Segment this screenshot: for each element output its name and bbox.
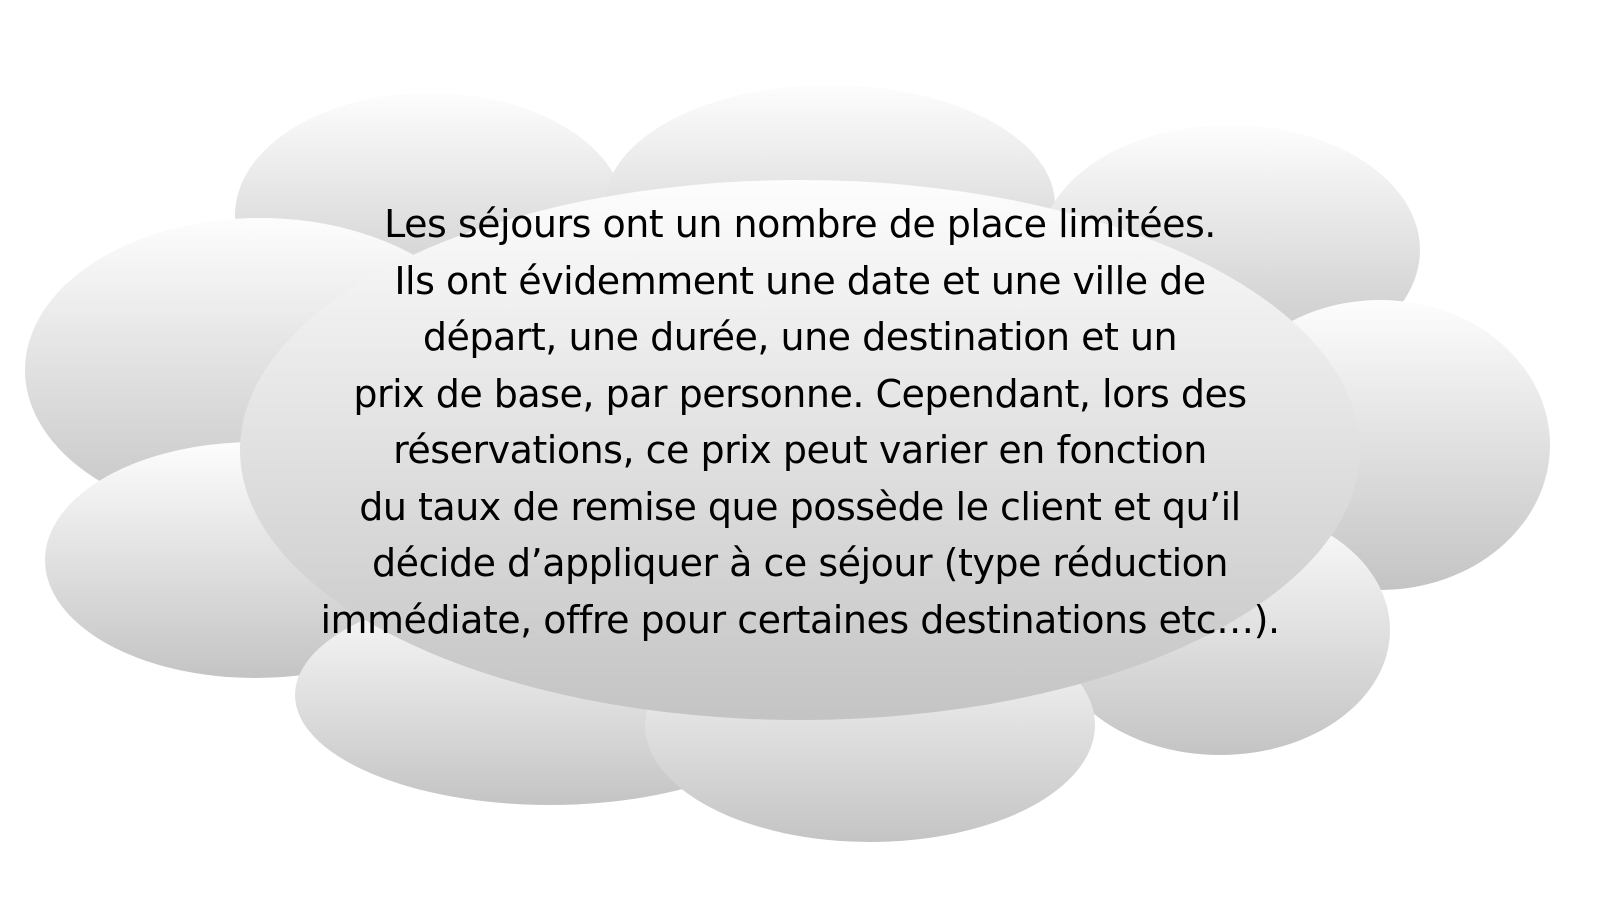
paragraph-line-3: départ, une durée, une destination et un xyxy=(422,315,1178,359)
paragraph-line-1: Les séjours ont un nombre de place limit… xyxy=(384,202,1216,246)
paragraph-line-7: décide d’appliquer à ce séjour (type réd… xyxy=(372,541,1229,585)
paragraph-line-6: du taux de remise que possède le client … xyxy=(359,484,1241,529)
paragraph-line-8: immédiate, offre pour certaines destinat… xyxy=(320,597,1280,642)
paragraph-line-4: prix de base, par personne. Cependant, l… xyxy=(353,371,1247,416)
paragraph-line-5: réservations, ce prix peut varier en fon… xyxy=(393,428,1207,472)
paragraph-line-2: Ils ont évidemment une date et une ville… xyxy=(394,258,1206,303)
cloud-paragraph: Les séjours ont un nombre de place limit… xyxy=(300,196,1300,648)
